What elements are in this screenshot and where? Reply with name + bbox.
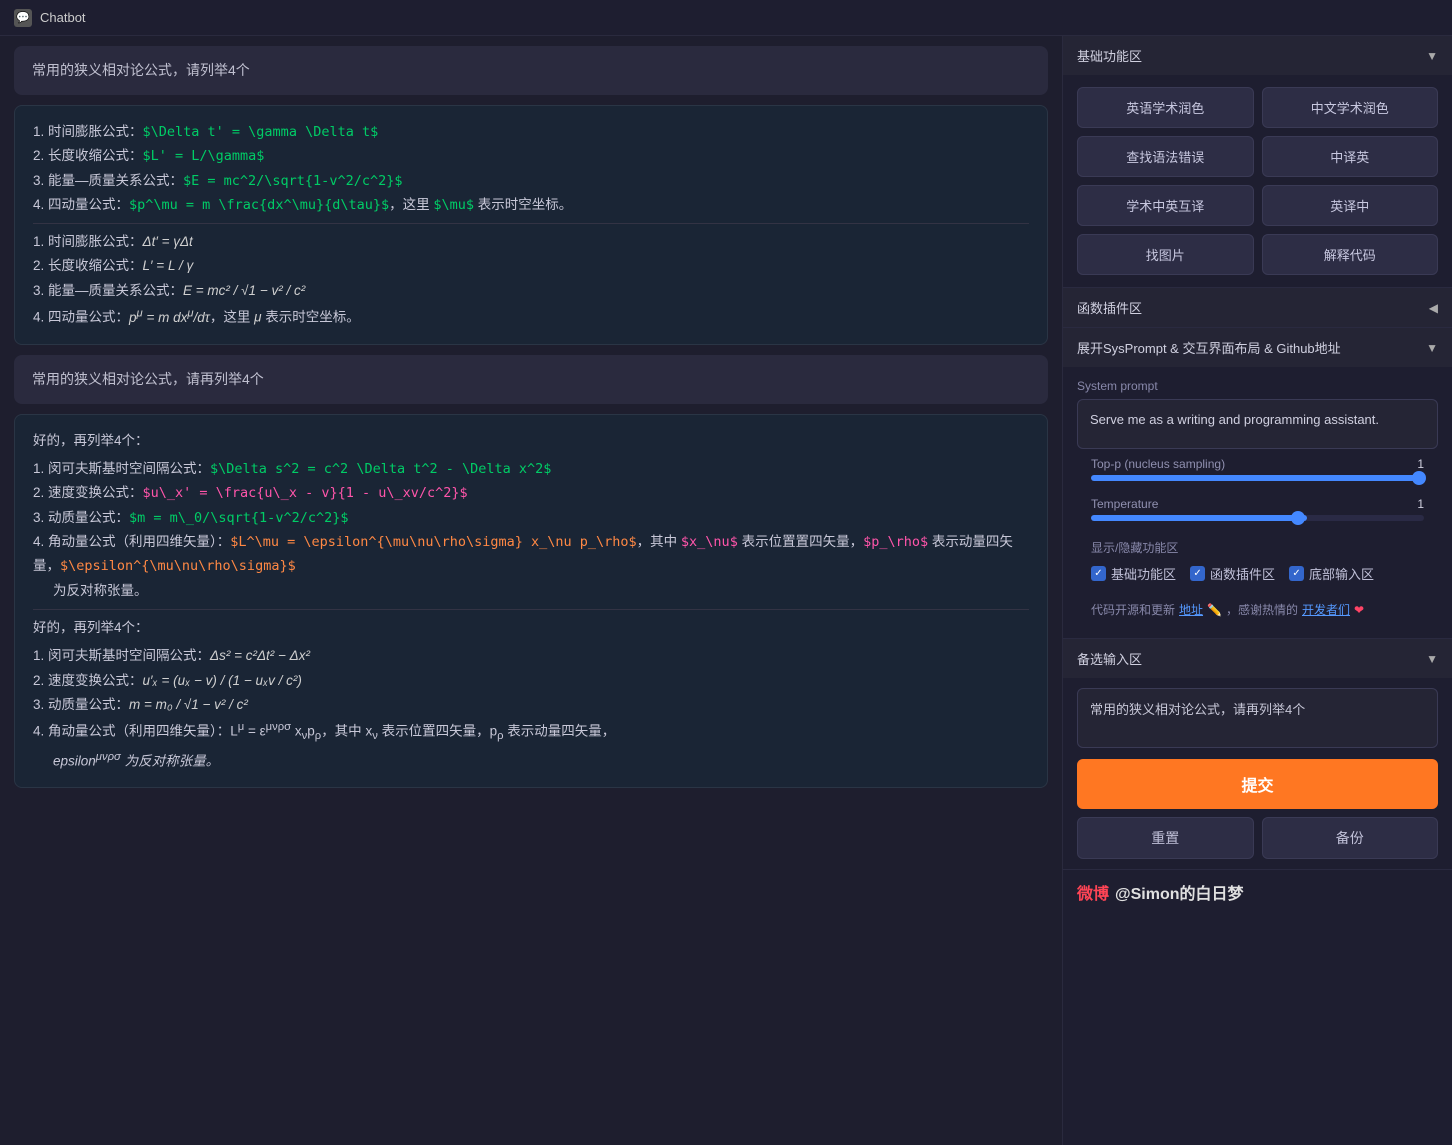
assistant-message-2: 好的，再列举4个： 1. 闵可夫斯基时空间隔公式：$\Delta s^2 = c… xyxy=(14,414,1048,789)
basic-functions-grid: 英语学术润色 中文学术润色 查找语法错误 中译英 学术中英互译 英译中 找图片 … xyxy=(1063,75,1452,287)
backup-body: 常用的狭义相对论公式，请再列举4个 提交 重置 备份 xyxy=(1063,678,1452,869)
system-prompt-box[interactable]: Serve me as a writing and programming as… xyxy=(1077,399,1438,449)
main-layout: 常用的狭义相对论公式，请列举4个 1. 时间膨胀公式：$\Delta t' = … xyxy=(0,36,1452,1145)
btn-english-polish[interactable]: 英语学术润色 xyxy=(1077,87,1254,128)
plugin-header[interactable]: 函数插件区 ◀ xyxy=(1063,288,1452,327)
plugin-title: 函数插件区 xyxy=(1077,298,1142,317)
formula-list-latex: 1. 时间膨胀公式：$\Delta t' = \gamma \Delta t$ … xyxy=(33,120,1029,217)
cb-plugin-label: 函数插件区 xyxy=(1210,564,1275,583)
backup-arrow: ▼ xyxy=(1426,652,1438,666)
btn-academic-translate[interactable]: 学术中英互译 xyxy=(1077,185,1254,226)
intro-line: 好的，再列举4个： xyxy=(33,429,1029,453)
system-prompt-value: Serve me as a writing and programming as… xyxy=(1090,412,1379,427)
backup-title: 备选输入区 xyxy=(1077,649,1142,668)
btn-grammar-check[interactable]: 查找语法错误 xyxy=(1077,136,1254,177)
btn-find-image[interactable]: 找图片 xyxy=(1077,234,1254,275)
sysprompt-arrow: ▼ xyxy=(1426,341,1438,355)
top-p-value: 1 xyxy=(1417,457,1424,471)
credits-text: 代码开源和更新 xyxy=(1091,601,1175,618)
formula-1-latex: $\Delta t' = \gamma \Delta t$ xyxy=(143,124,379,140)
backup-header[interactable]: 备选输入区 ▼ xyxy=(1063,639,1452,678)
basic-functions-arrow: ▼ xyxy=(1426,49,1438,63)
btn-chinese-polish[interactable]: 中文学术润色 xyxy=(1262,87,1439,128)
btn-explain-code[interactable]: 解释代码 xyxy=(1262,234,1439,275)
sysprompt-header[interactable]: 展开SysPrompt & 交互界面布局 & Github地址 ▼ xyxy=(1063,328,1452,367)
basic-functions-section: 基础功能区 ▼ 英语学术润色 中文学术润色 查找语法错误 中译英 学术中英互译 … xyxy=(1063,36,1452,288)
credits-link[interactable]: 地址 xyxy=(1179,601,1203,618)
credits-contributors[interactable]: 开发者们 xyxy=(1302,601,1350,618)
top-p-label: Top-p (nucleus sampling) xyxy=(1091,457,1225,471)
plugin-arrow: ◀ xyxy=(1429,301,1438,315)
checkbox-basic[interactable]: ✓ 基础功能区 xyxy=(1091,564,1176,583)
cb-basic-label: 基础功能区 xyxy=(1111,564,1176,583)
show-hide-label: 显示/隐藏功能区 xyxy=(1091,539,1424,556)
backup-textarea[interactable]: 常用的狭义相对论公式，请再列举4个 xyxy=(1077,688,1438,748)
title-bar-text: Chatbot xyxy=(40,10,86,25)
separator-2 xyxy=(33,609,1029,610)
user-message-2-text: 常用的狭义相对论公式，请再列举4个 xyxy=(32,371,264,387)
checkbox-row: ✓ 基础功能区 ✓ 函数插件区 ✓ 底部输入区 xyxy=(1091,564,1424,583)
top-p-slider[interactable] xyxy=(1091,475,1424,481)
credits-heart: ❤ xyxy=(1354,603,1364,617)
bottom-buttons: 重置 备份 xyxy=(1077,817,1438,859)
watermark-text: @Simon的白日梦 xyxy=(1115,880,1244,904)
temperature-slider[interactable] xyxy=(1091,515,1424,521)
formula-4-latex: $p^\mu = m \frac{dx^\mu}{d\tau}$ xyxy=(129,197,389,213)
submit-button[interactable]: 提交 xyxy=(1077,759,1438,809)
btn-en-to-zh[interactable]: 英译中 xyxy=(1262,185,1439,226)
sidebar: 基础功能区 ▼ 英语学术润色 中文学术润色 查找语法错误 中译英 学术中英互译 … xyxy=(1062,36,1452,1145)
top-p-thumb xyxy=(1412,471,1426,485)
sysprompt-body: System prompt Serve me as a writing and … xyxy=(1063,367,1452,638)
chatbot-icon: 💬 xyxy=(14,9,32,27)
credits-row: 代码开源和更新 地址 ✏️ ，感谢热情的 开发者们 ❤ xyxy=(1077,593,1438,626)
basic-functions-header[interactable]: 基础功能区 ▼ xyxy=(1063,36,1452,75)
watermark: 微博 @Simon的白日梦 xyxy=(1063,870,1452,914)
sysprompt-section: 展开SysPrompt & 交互界面布局 & Github地址 ▼ System… xyxy=(1063,328,1452,639)
checkbox-input[interactable]: ✓ 底部输入区 xyxy=(1289,564,1374,583)
backup-section: 备选输入区 ▼ 常用的狭义相对论公式，请再列举4个 提交 重置 备份 xyxy=(1063,639,1452,870)
formula-list-rendered: 1. 时间膨胀公式：Δt′ = γΔt 2. 长度收缩公式：L′ = L / γ… xyxy=(33,230,1029,330)
show-hide-section: 显示/隐藏功能区 ✓ 基础功能区 ✓ 函数插件区 ✓ 底部输入区 xyxy=(1077,529,1438,593)
intro-line-2: 好的，再列举4个： xyxy=(33,616,1029,640)
chat-panel: 常用的狭义相对论公式，请列举4个 1. 时间膨胀公式：$\Delta t' = … xyxy=(0,36,1062,1145)
copy-button[interactable]: 备份 xyxy=(1262,817,1439,859)
btn-zh-to-en[interactable]: 中译英 xyxy=(1262,136,1439,177)
basic-functions-title: 基础功能区 xyxy=(1077,46,1142,65)
plugin-section: 函数插件区 ◀ xyxy=(1063,288,1452,328)
top-p-fill xyxy=(1091,475,1424,481)
temperature-row: Temperature 1 xyxy=(1077,489,1438,529)
top-p-row: Top-p (nucleus sampling) 1 xyxy=(1077,449,1438,489)
temperature-value: 1 xyxy=(1417,497,1424,511)
system-prompt-label: System prompt xyxy=(1077,379,1438,393)
formula-2-latex: $L' = L/\gamma$ xyxy=(143,148,265,164)
title-bar: 💬 Chatbot xyxy=(0,0,1452,36)
checkbox-plugin[interactable]: ✓ 函数插件区 xyxy=(1190,564,1275,583)
user-message-2: 常用的狭义相对论公式，请再列举4个 xyxy=(14,355,1048,404)
temperature-fill xyxy=(1091,515,1307,521)
weibo-icon: 微博 xyxy=(1077,880,1109,904)
formula-3-latex: $E = mc^2/\sqrt{1-v^2/c^2}$ xyxy=(183,173,402,189)
user-message-1-text: 常用的狭义相对论公式，请列举4个 xyxy=(32,62,250,78)
cb-basic-icon: ✓ xyxy=(1091,566,1106,581)
temperature-thumb xyxy=(1291,511,1305,525)
cb-plugin-icon: ✓ xyxy=(1190,566,1205,581)
reset-button[interactable]: 重置 xyxy=(1077,817,1254,859)
user-message-1: 常用的狭义相对论公式，请列举4个 xyxy=(14,46,1048,95)
credits-thanks: ，感谢热情的 xyxy=(1226,601,1298,618)
sysprompt-title: 展开SysPrompt & 交互界面布局 & Github地址 xyxy=(1077,338,1341,357)
cb-input-label: 底部输入区 xyxy=(1309,564,1374,583)
assistant-message-1: 1. 时间膨胀公式：$\Delta t' = \gamma \Delta t$ … xyxy=(14,105,1048,345)
cb-input-icon: ✓ xyxy=(1289,566,1304,581)
temperature-label: Temperature xyxy=(1091,497,1158,511)
separator-1 xyxy=(33,223,1029,224)
